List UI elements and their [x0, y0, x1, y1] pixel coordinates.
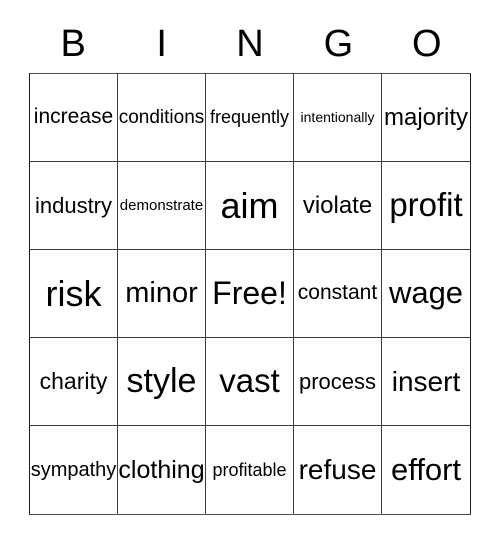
bingo-grid: increase conditions frequently intention…	[29, 73, 471, 515]
bingo-cell-label: charity	[39, 368, 108, 395]
header-letter-b: B	[60, 23, 86, 65]
bingo-cell-label: profitable	[212, 459, 287, 480]
bingo-cell-label: conditions	[118, 106, 205, 128]
bingo-cell-r2c4[interactable]: violate	[294, 162, 382, 250]
bingo-cell-r5c2[interactable]: clothing	[118, 426, 206, 514]
bingo-cell-r3c5[interactable]: wage	[382, 250, 470, 338]
bingo-cell-r2c2[interactable]: demonstrate	[118, 162, 206, 250]
bingo-cell-label: clothing	[118, 455, 205, 484]
bingo-cell-r5c4[interactable]: refuse	[294, 426, 382, 514]
bingo-cell-label: vast	[219, 362, 280, 400]
header-letter-i: I	[156, 23, 167, 65]
bingo-cell-label: process	[298, 368, 377, 394]
bingo-cell-r2c5[interactable]: profit	[382, 162, 470, 250]
bingo-cell-label: risk	[45, 272, 102, 314]
bingo-cell-label: demonstrate	[119, 196, 204, 214]
header-letter-o: O	[412, 23, 442, 65]
bingo-cell-label: wage	[388, 275, 464, 311]
bingo-cell-r4c1[interactable]: charity	[30, 338, 118, 426]
bingo-cell-label: aim	[220, 184, 279, 226]
bingo-cell-label: frequently	[209, 107, 290, 128]
bingo-free-space-label: Free!	[212, 274, 287, 311]
bingo-cell-label: effort	[390, 451, 462, 487]
bingo-cell-label: style	[126, 361, 197, 400]
header-letter-n: N	[236, 23, 264, 65]
bingo-cell-label: sympathy	[30, 458, 117, 481]
bingo-cell-r3c4[interactable]: constant	[294, 250, 382, 338]
header-letter-g: G	[323, 23, 354, 65]
bingo-cell-r5c5[interactable]: effort	[382, 426, 470, 514]
bingo-cell-r1c3[interactable]: frequently	[206, 74, 294, 162]
bingo-cell-r4c2[interactable]: style	[118, 338, 206, 426]
bingo-card: B I N G O increase conditions frequently…	[0, 0, 500, 544]
bingo-cell-label: minor	[125, 277, 198, 310]
bingo-cell-label: increase	[33, 105, 114, 129]
bingo-cell-label: intentionally	[300, 109, 375, 126]
bingo-cell-r3c1[interactable]: risk	[30, 250, 118, 338]
bingo-cell-r4c4[interactable]: process	[294, 338, 382, 426]
bingo-header-row: B I N G O	[29, 18, 471, 70]
bingo-cell-r5c1[interactable]: sympathy	[30, 426, 118, 514]
bingo-cell-label: violate	[302, 191, 373, 219]
bingo-cell-r2c3[interactable]: aim	[206, 162, 294, 250]
bingo-cell-r5c3[interactable]: profitable	[206, 426, 294, 514]
bingo-cell-free-space[interactable]: Free!	[206, 250, 294, 338]
bingo-cell-label: industry	[34, 192, 113, 218]
bingo-cell-r4c3[interactable]: vast	[206, 338, 294, 426]
bingo-cell-label: majority	[383, 103, 468, 131]
bingo-cell-r1c2[interactable]: conditions	[118, 74, 206, 162]
bingo-cell-label: insert	[391, 365, 461, 397]
bingo-cell-label: constant	[297, 281, 378, 305]
bingo-cell-r1c1[interactable]: increase	[30, 74, 118, 162]
bingo-cell-r2c1[interactable]: industry	[30, 162, 118, 250]
bingo-cell-r1c5[interactable]: majority	[382, 74, 470, 162]
bingo-cell-r4c5[interactable]: insert	[382, 338, 470, 426]
bingo-cell-r1c4[interactable]: intentionally	[294, 74, 382, 162]
bingo-cell-label: refuse	[298, 454, 377, 486]
bingo-cell-label: profit	[389, 186, 463, 224]
bingo-cell-r3c2[interactable]: minor	[118, 250, 206, 338]
